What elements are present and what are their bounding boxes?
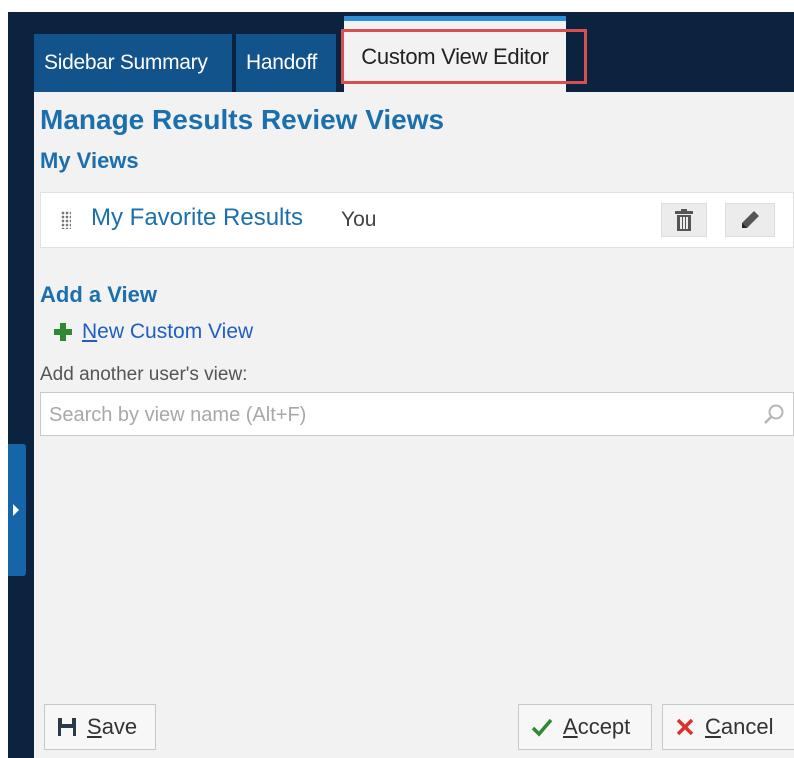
expand-sidebar-handle[interactable]: [8, 444, 26, 576]
close-x-icon: [676, 718, 694, 736]
cancel-button[interactable]: Cancel: [662, 704, 794, 750]
my-views-heading: My Views: [40, 148, 139, 173]
save-button[interactable]: Save: [44, 704, 156, 750]
tab-bar: Sidebar Summary Handoff Custom View Edit…: [24, 12, 794, 92]
left-strip: [8, 12, 24, 758]
view-list-item[interactable]: My Favorite Results You: [40, 192, 794, 248]
pencil-icon: [742, 211, 759, 228]
new-custom-view-link[interactable]: New Custom View: [54, 320, 253, 344]
add-view-heading: Add a View: [40, 282, 157, 307]
page-title: Manage Results Review Views: [40, 104, 445, 135]
add-another-users-view-label: Add another user's view:: [40, 364, 248, 385]
view-search-field[interactable]: [40, 392, 794, 437]
check-icon: [531, 718, 553, 737]
search-icon[interactable]: [763, 403, 785, 425]
accept-label: Accept: [563, 714, 631, 739]
tab-custom-view-editor[interactable]: Custom View Editor: [344, 16, 566, 92]
accept-button[interactable]: Accept: [518, 704, 652, 750]
delete-view-button[interactable]: [661, 203, 707, 237]
save-label: Save: [87, 714, 138, 739]
save-disk-icon: [58, 718, 76, 736]
view-owner: You: [341, 208, 377, 231]
app-window: Sidebar Summary Handoff Custom View Edit…: [8, 12, 794, 758]
cancel-label: Cancel: [705, 714, 774, 739]
tab-sidebar-summary[interactable]: Sidebar Summary: [34, 34, 232, 92]
custom-view-editor-panel: Manage Results Review Views My Views My …: [34, 92, 794, 758]
tab-handoff[interactable]: Handoff: [236, 34, 336, 92]
edit-view-button[interactable]: [725, 203, 775, 237]
trash-icon: [675, 209, 693, 231]
view-search-input[interactable]: [41, 393, 751, 437]
view-name[interactable]: My Favorite Results: [91, 204, 303, 232]
new-custom-view-label[interactable]: New Custom View: [82, 320, 253, 344]
drag-handle-icon[interactable]: [61, 211, 71, 229]
plus-icon: [54, 323, 72, 341]
